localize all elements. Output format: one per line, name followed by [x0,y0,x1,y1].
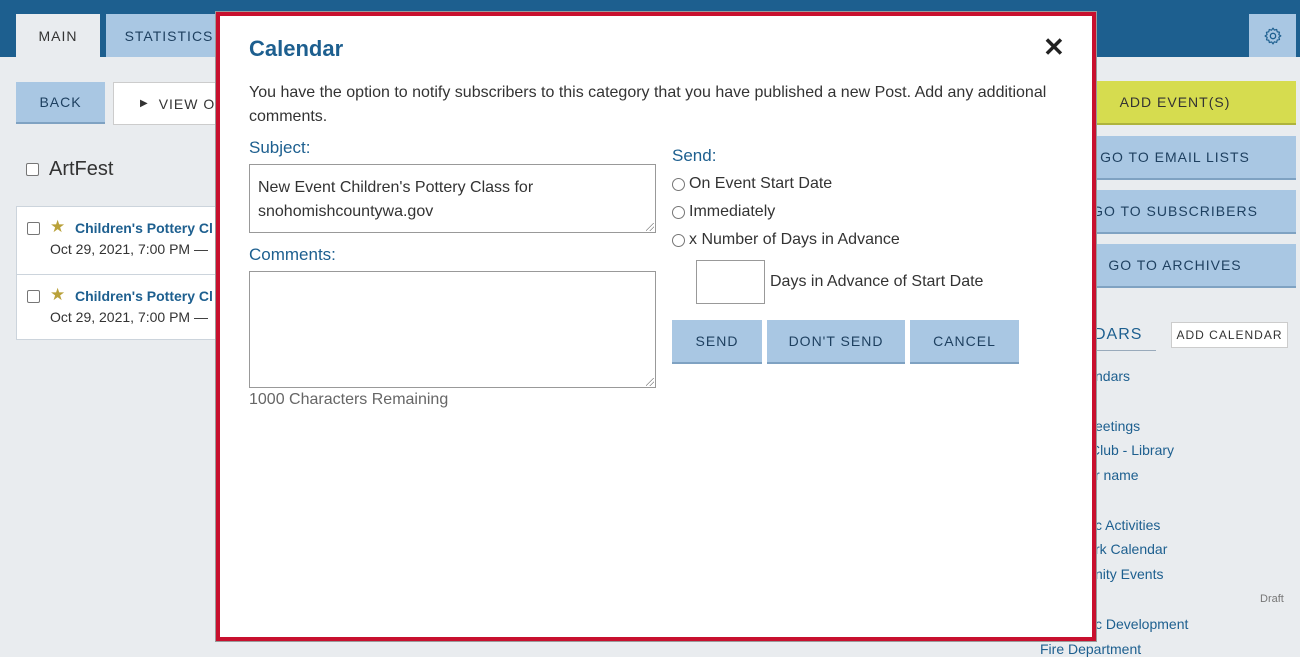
option-label: On Event Start Date [689,175,833,192]
option-immediately[interactable]: Immediately [672,203,775,221]
comments-label: Comments: [249,245,336,264]
dont-send-button[interactable]: DON'T SEND [767,320,905,364]
notify-dialog: Calendar ✕ You have the option to notify… [216,12,1096,641]
subject-field[interactable]: New Event Children's Pottery Class for s… [249,164,656,233]
dialog-title: Calendar [249,36,344,61]
characters-remaining: 1000 Characters Remaining [249,391,449,408]
radio-button[interactable] [672,205,685,219]
subject-value: New Event Children's Pottery Class for s… [258,179,534,220]
dialog-description: You have the option to notify subscriber… [249,84,1047,125]
option-label: Immediately [689,203,776,220]
close-icon[interactable]: ✕ [1043,34,1065,60]
cancel-button[interactable]: CANCEL [910,320,1019,364]
resize-handle[interactable] [646,223,654,231]
subject-label: Subject: [249,138,311,157]
days-in-advance-input[interactable] [696,260,765,304]
radio-button[interactable] [672,177,685,191]
resize-handle[interactable] [646,378,654,386]
option-on-start-date[interactable]: On Event Start Date [672,175,832,193]
send-button[interactable]: SEND [672,320,762,364]
days-in-advance-label: Days in Advance of Start Date [770,273,984,290]
send-label: Send: [672,146,717,165]
option-label: x Number of Days in Advance [689,231,900,248]
option-days-in-advance[interactable]: x Number of Days in Advance [672,231,900,249]
radio-button[interactable] [672,233,685,247]
comments-field[interactable] [249,271,656,388]
